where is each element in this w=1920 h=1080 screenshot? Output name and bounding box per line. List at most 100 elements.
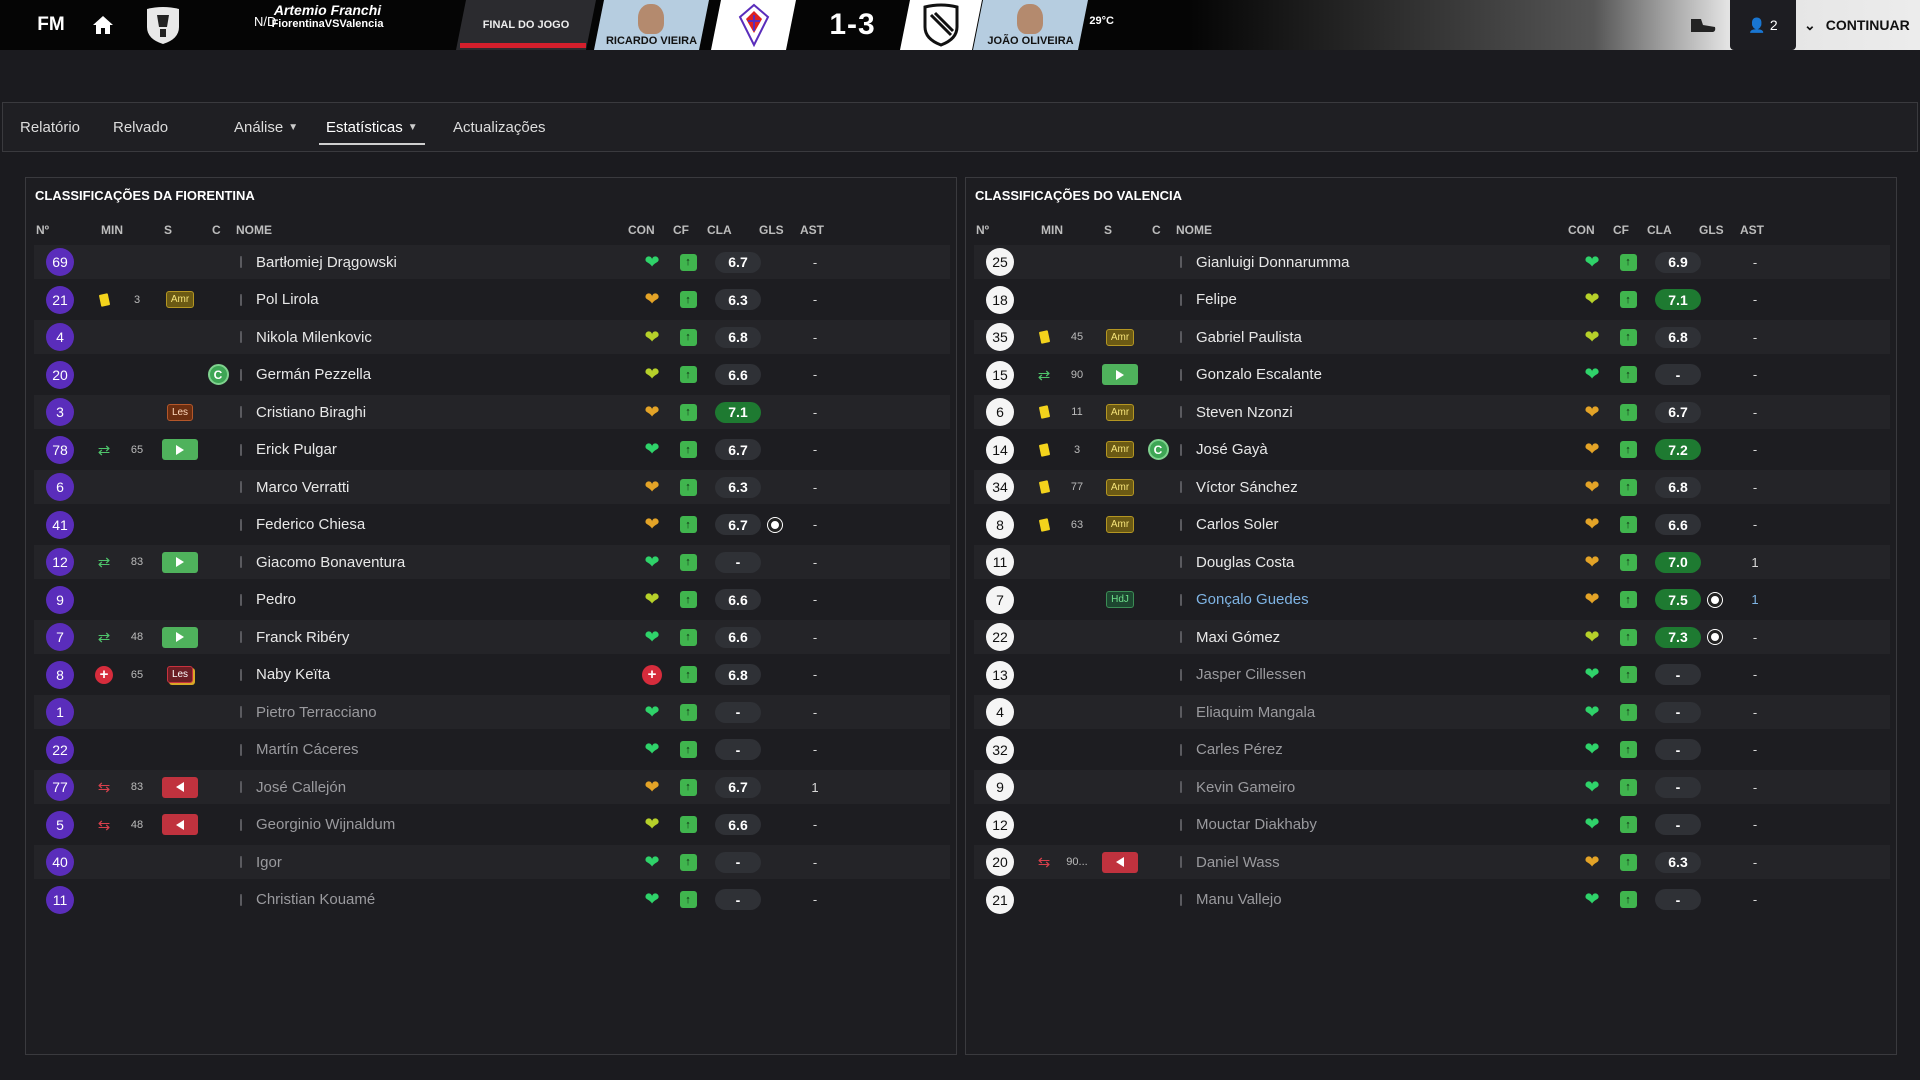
player-name[interactable]: Jasper Cillessen (1196, 658, 1556, 692)
player-name[interactable]: Maxi Gómez (1196, 620, 1556, 654)
column-header-min[interactable]: MIN (101, 223, 123, 237)
column-header-min[interactable]: MIN (1041, 223, 1063, 237)
column-header-s[interactable]: S (164, 223, 172, 237)
player-name[interactable]: Kevin Gameiro (1196, 770, 1556, 804)
column-header-con[interactable]: CON (628, 223, 655, 237)
player-name[interactable]: Gonzalo Escalante (1196, 358, 1556, 392)
player-row[interactable]: 9 Pedro ❤ ↑ 6.6 - (34, 583, 950, 617)
player-row[interactable]: 4 Nikola Milenkovic ❤ ↑ 6.8 - (34, 320, 950, 354)
player-name[interactable]: Franck Ribéry (256, 620, 616, 654)
player-row[interactable]: 11 Douglas Costa ❤ ↑ 7.0 1 (974, 545, 1890, 579)
continue-button[interactable]: ⌄ CONTINUAR (1798, 0, 1920, 50)
column-header-cla[interactable]: CLA (707, 223, 732, 237)
player-name[interactable]: Douglas Costa (1196, 545, 1556, 579)
home-manager[interactable]: RICARDO VIEIRA (594, 0, 709, 50)
player-name[interactable]: Pedro (256, 583, 616, 617)
player-name[interactable]: Carlos Soler (1196, 508, 1556, 542)
tab-estatisticas[interactable]: Estatísticas ▼ (319, 103, 425, 151)
player-name[interactable]: Germán Pezzella (256, 358, 616, 392)
player-row[interactable]: 13 Jasper Cillessen ❤ ↑ - - (974, 658, 1890, 692)
player-row[interactable]: 7 HdJ Gonçalo Guedes ❤ ↑ 7.5 1 (974, 583, 1890, 617)
column-header-c[interactable]: C (212, 223, 221, 237)
player-name[interactable]: Federico Chiesa (256, 508, 616, 542)
player-name[interactable]: Eliaquim Mangala (1196, 695, 1556, 729)
player-row[interactable]: 7 ⇄ 48 Franck Ribéry ❤ ↑ 6.6 - (34, 620, 950, 654)
player-row[interactable]: 15 ⇄ 90 Gonzalo Escalante ❤ ↑ - - (974, 358, 1890, 392)
player-row[interactable]: 8 +65 Les Naby Keïta + ↑ 6.8 - (34, 658, 950, 692)
player-row[interactable]: 40 Igor ❤ ↑ - - (34, 845, 950, 879)
player-name[interactable]: José Gayà (1196, 433, 1556, 467)
player-row[interactable]: 25 Gianluigi Donnarumma ❤ ↑ 6.9 - (974, 245, 1890, 279)
player-row[interactable]: 21 Manu Vallejo ❤ ↑ - - (974, 883, 1890, 917)
player-name[interactable]: Christian Kouamé (256, 883, 616, 917)
player-name[interactable]: Daniel Wass (1196, 845, 1556, 879)
tab-analise[interactable]: Análise ▼ (234, 103, 298, 151)
fm-logo[interactable]: FM (26, 8, 76, 42)
player-row[interactable]: 12 Mouctar Diakhaby ❤ ↑ - - (974, 808, 1890, 842)
tab-relvado[interactable]: Relvado (113, 103, 168, 151)
boot-icon[interactable] (1680, 10, 1726, 40)
player-name[interactable]: Víctor Sánchez (1196, 470, 1556, 504)
player-row[interactable]: 21 3 Amr Pol Lirola ❤ ↑ 6.3 - (34, 283, 950, 317)
player-name[interactable]: Cristiano Biraghi (256, 395, 616, 429)
column-header-con[interactable]: CON (1568, 223, 1595, 237)
column-header-cf[interactable]: CF (1613, 223, 1629, 237)
player-row[interactable]: 1 Pietro Terracciano ❤ ↑ - - (34, 695, 950, 729)
column-header-no[interactable]: Nº (36, 223, 49, 237)
player-row[interactable]: 22 Maxi Gómez ❤ ↑ 7.3 - (974, 620, 1890, 654)
notifications-button[interactable]: 👤 2 (1730, 0, 1796, 50)
column-header-name[interactable]: NOME (1176, 223, 1212, 237)
player-name[interactable]: Felipe (1196, 283, 1556, 317)
player-row[interactable]: 41 Federico Chiesa ❤ ↑ 6.7 - (34, 508, 950, 542)
player-row[interactable]: 78 ⇄ 65 Erick Pulgar ❤ ↑ 6.7 - (34, 433, 950, 467)
column-header-s[interactable]: S (1104, 223, 1112, 237)
player-row[interactable]: 20 ⇆ 90... Daniel Wass ❤ ↑ 6.3 - (974, 845, 1890, 879)
player-name[interactable]: Giacomo Bonaventura (256, 545, 616, 579)
player-row[interactable]: 5 ⇆ 48 Georginio Wijnaldum ❤ ↑ 6.6 - (34, 808, 950, 842)
home-button[interactable] (84, 8, 122, 42)
tab-actualizacoes[interactable]: Actualizações (453, 103, 546, 151)
valencia-crest[interactable] (900, 0, 982, 50)
player-name[interactable]: José Callejón (256, 770, 616, 804)
player-name[interactable]: Gabriel Paulista (1196, 320, 1556, 354)
player-row[interactable]: 3 Les Cristiano Biraghi ❤ ↑ 7.1 - (34, 395, 950, 429)
player-row[interactable]: 32 Carles Pérez ❤ ↑ - - (974, 733, 1890, 767)
player-row[interactable]: 6 Marco Verratti ❤ ↑ 6.3 - (34, 470, 950, 504)
column-header-gls[interactable]: GLS (1699, 223, 1724, 237)
player-row[interactable]: 14 3 Amr C José Gayà ❤ ↑ 7.2 - (974, 433, 1890, 467)
fiorentina-crest[interactable] (711, 0, 796, 50)
player-row[interactable]: 22 Martín Cáceres ❤ ↑ - - (34, 733, 950, 767)
player-row[interactable]: 12 ⇄ 83 Giacomo Bonaventura ❤ ↑ - - (34, 545, 950, 579)
player-row[interactable]: 34 77 Amr Víctor Sánchez ❤ ↑ 6.8 - (974, 470, 1890, 504)
player-name[interactable]: Pol Lirola (256, 283, 616, 317)
player-name[interactable]: Steven Nzonzi (1196, 395, 1556, 429)
player-name[interactable]: Gianluigi Donnarumma (1196, 245, 1556, 279)
player-name[interactable]: Georginio Wijnaldum (256, 808, 616, 842)
tab-relatorio[interactable]: Relatório (20, 103, 80, 151)
player-row[interactable]: 11 Christian Kouamé ❤ ↑ - - (34, 883, 950, 917)
player-row[interactable]: 18 Felipe ❤ ↑ 7.1 - (974, 283, 1890, 317)
player-row[interactable]: 35 45 Amr Gabriel Paulista ❤ ↑ 6.8 - (974, 320, 1890, 354)
player-name[interactable]: Manu Vallejo (1196, 883, 1556, 917)
column-header-cf[interactable]: CF (673, 223, 689, 237)
away-manager[interactable]: JOÃO OLIVEIRA (973, 0, 1088, 50)
player-name[interactable]: Nikola Milenkovic (256, 320, 616, 354)
column-header-c[interactable]: C (1152, 223, 1161, 237)
column-header-ast[interactable]: AST (800, 223, 824, 237)
player-row[interactable]: 9 Kevin Gameiro ❤ ↑ - - (974, 770, 1890, 804)
player-row[interactable]: 4 Eliaquim Mangala ❤ ↑ - - (974, 695, 1890, 729)
player-name[interactable]: Erick Pulgar (256, 433, 616, 467)
player-row[interactable]: 77 ⇆ 83 José Callejón ❤ ↑ 6.7 1 (34, 770, 950, 804)
column-header-no[interactable]: Nº (976, 223, 989, 237)
player-name[interactable]: Naby Keïta (256, 658, 616, 692)
player-name[interactable]: Pietro Terracciano (256, 695, 616, 729)
player-row[interactable]: 20 C Germán Pezzella ❤ ↑ 6.6 - (34, 358, 950, 392)
column-header-ast[interactable]: AST (1740, 223, 1764, 237)
player-name[interactable]: Marco Verratti (256, 470, 616, 504)
player-row[interactable]: 8 63 Amr Carlos Soler ❤ ↑ 6.6 - (974, 508, 1890, 542)
column-header-gls[interactable]: GLS (759, 223, 784, 237)
player-name[interactable]: Carles Pérez (1196, 733, 1556, 767)
player-name[interactable]: Gonçalo Guedes (1196, 583, 1556, 617)
column-header-name[interactable]: NOME (236, 223, 272, 237)
player-row[interactable]: 6 11 Amr Steven Nzonzi ❤ ↑ 6.7 - (974, 395, 1890, 429)
